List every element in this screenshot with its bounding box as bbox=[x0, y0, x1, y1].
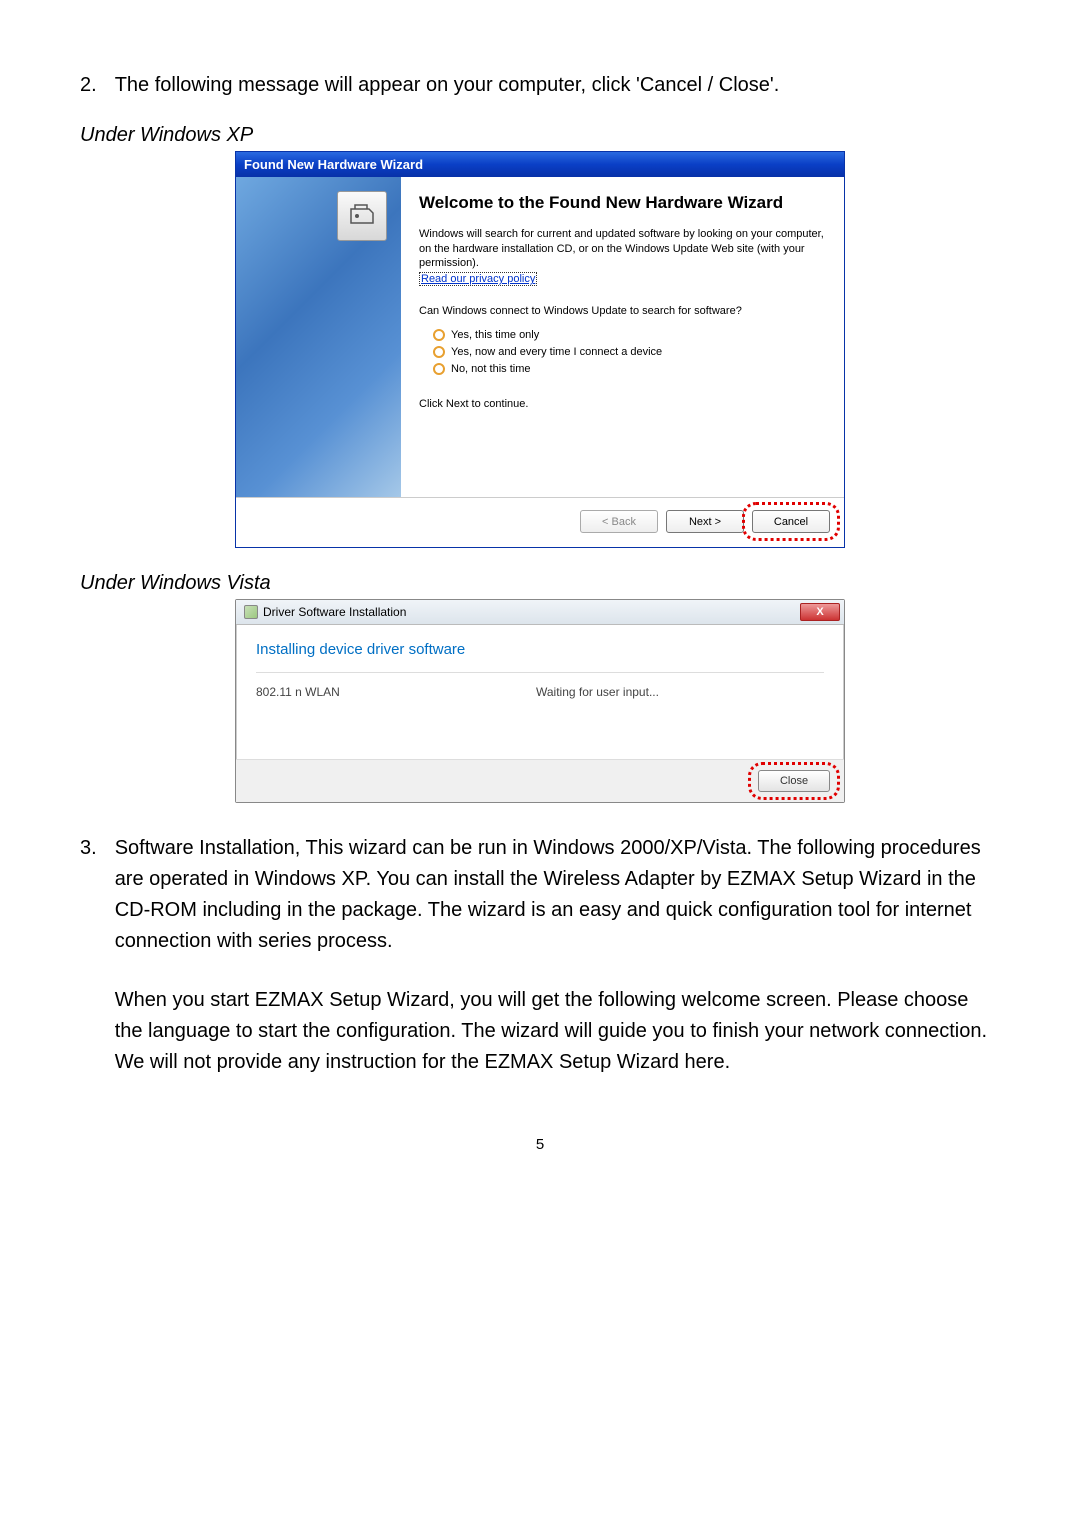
cancel-highlight: Cancel bbox=[752, 510, 830, 533]
xp-sidebar bbox=[236, 177, 401, 497]
vista-title-text: Driver Software Installation bbox=[263, 605, 406, 619]
list-item-2: 2. The following message will appear on … bbox=[80, 70, 1000, 100]
radio-yes-every[interactable]: Yes, now and every time I connect a devi… bbox=[433, 346, 826, 358]
back-button[interactable]: < Back bbox=[580, 510, 658, 533]
xp-sidebar-image bbox=[236, 177, 401, 497]
xp-para: Windows will search for current and upda… bbox=[419, 227, 826, 270]
xp-titlebar: Found New Hardware Wizard bbox=[236, 152, 844, 177]
vista-footer: Close bbox=[236, 759, 844, 802]
radio-icon bbox=[433, 346, 445, 358]
vista-title-left: Driver Software Installation bbox=[244, 605, 406, 619]
driver-icon bbox=[244, 605, 258, 619]
radio-no[interactable]: No, not this time bbox=[433, 363, 826, 375]
xp-radio-group: Yes, this time only Yes, now and every t… bbox=[433, 329, 826, 375]
xp-heading: Welcome to the Found New Hardware Wizard bbox=[419, 193, 826, 213]
vista-heading: Installing device driver software bbox=[256, 641, 824, 658]
vista-titlebar: Driver Software Installation X bbox=[236, 600, 844, 625]
close-highlight: Close bbox=[758, 770, 830, 792]
vista-driver-dialog: Driver Software Installation X Installin… bbox=[235, 599, 845, 803]
device-status: Waiting for user input... bbox=[536, 685, 659, 699]
list-text: Software Installation, This wizard can b… bbox=[115, 833, 1000, 1106]
xp-footer: < Back Next > Cancel bbox=[236, 497, 844, 547]
radio-yes-once[interactable]: Yes, this time only bbox=[433, 329, 826, 341]
list-item-3: 3. Software Installation, This wizard ca… bbox=[80, 833, 1000, 1106]
item3-para1: Software Installation, This wizard can b… bbox=[115, 833, 1000, 957]
radio-icon bbox=[433, 363, 445, 375]
privacy-policy-link[interactable]: Read our privacy policy bbox=[419, 272, 537, 286]
device-name: 802.11 n WLAN bbox=[256, 685, 536, 699]
list-number: 3. bbox=[80, 833, 97, 1106]
close-button[interactable]: Close bbox=[758, 770, 830, 792]
item3-para2: When you start EZMAX Setup Wizard, you w… bbox=[115, 985, 1000, 1078]
vista-label: Under Windows Vista bbox=[80, 572, 1000, 595]
divider bbox=[256, 672, 824, 673]
device-row: 802.11 n WLAN Waiting for user input... bbox=[256, 685, 824, 699]
xp-body: Welcome to the Found New Hardware Wizard… bbox=[236, 177, 844, 497]
radio-icon bbox=[433, 329, 445, 341]
radio-label: Yes, this time only bbox=[451, 329, 539, 341]
list-text: The following message will appear on you… bbox=[115, 70, 1000, 100]
xp-hardware-wizard-dialog: Found New Hardware Wizard Welcome to the… bbox=[235, 151, 845, 548]
hardware-icon bbox=[337, 191, 387, 241]
radio-label: Yes, now and every time I connect a devi… bbox=[451, 346, 662, 358]
list-number: 2. bbox=[80, 70, 97, 100]
cancel-button[interactable]: Cancel bbox=[752, 510, 830, 533]
radio-label: No, not this time bbox=[451, 363, 530, 375]
xp-content: Welcome to the Found New Hardware Wizard… bbox=[401, 177, 844, 497]
xp-continue: Click Next to continue. bbox=[419, 397, 826, 411]
next-button[interactable]: Next > bbox=[666, 510, 744, 533]
close-icon[interactable]: X bbox=[800, 603, 840, 621]
xp-label: Under Windows XP bbox=[80, 124, 1000, 147]
vista-body: Installing device driver software 802.11… bbox=[236, 625, 844, 759]
xp-question: Can Windows connect to Windows Update to… bbox=[419, 304, 826, 318]
page-number: 5 bbox=[80, 1136, 1000, 1153]
